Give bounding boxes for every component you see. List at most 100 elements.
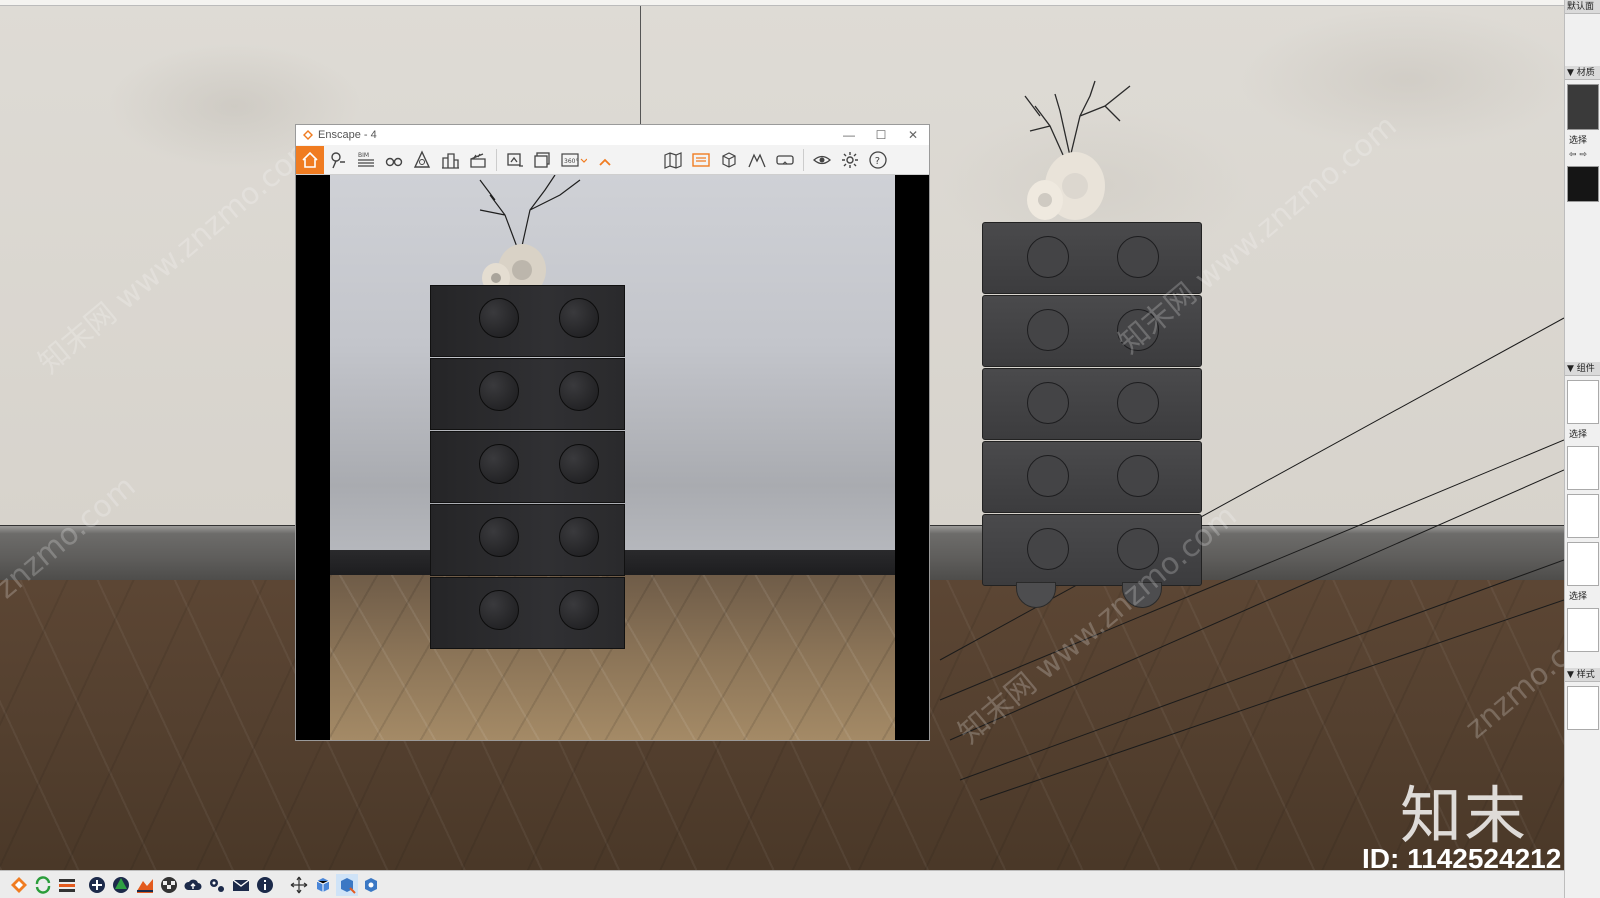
panorama-button[interactable]: 360° [557,146,591,174]
dresser-model[interactable] [982,222,1202,608]
vr-headset-icon [776,154,794,165]
home-icon [302,151,318,168]
material-swatch[interactable] [1567,84,1599,130]
mail-icon [232,878,250,891]
info-button[interactable] [254,874,276,896]
drawer-knob [479,298,519,338]
collapse-toolbar-button[interactable] [591,146,619,174]
drawer-knob [1027,236,1069,278]
map-button[interactable] [659,146,687,174]
mountain-button[interactable] [743,146,771,174]
batch-render-button[interactable] [529,146,557,174]
tray-section-materials[interactable]: ▼ 材质 [1565,66,1600,80]
bottom-toolbar [0,870,1564,898]
style-thumbnail[interactable] [1567,686,1599,730]
buildings-button[interactable] [436,146,464,174]
pin-button[interactable] [324,146,352,174]
asset-library-icon [413,149,431,168]
enscape-window[interactable]: Enscape - 4 — ☐ ✕ BIM 360° ? [296,125,929,740]
screenshot-button[interactable] [501,146,529,174]
enscape-toolbar: BIM 360° ? [296,145,929,175]
drawer-knob [559,444,599,484]
add-icon [89,876,105,893]
gears-button[interactable] [206,874,228,896]
component-thumbnail[interactable] [1567,542,1599,586]
vr-headset-button[interactable] [771,146,799,174]
tray-section-components[interactable]: ▼ 组件 [1565,362,1600,376]
tray-nav-arrows[interactable]: ⇦ ⇨ [1565,148,1600,162]
drawer-knob [1117,528,1159,570]
cube-icon [722,151,736,168]
drawer [430,577,625,649]
pin-icon [331,151,345,168]
add-button[interactable] [86,874,108,896]
gears-icon [210,878,224,892]
tray-select-label: 选择 [1569,136,1588,146]
cube-settings-button[interactable] [360,874,382,896]
drawer-knob [559,298,599,338]
material-swatch-selected[interactable] [1567,166,1599,202]
cube-blue-button[interactable] [312,874,334,896]
asset-library-button[interactable] [408,146,436,174]
drawer-knob [559,517,599,557]
layers-button[interactable] [56,874,78,896]
drawer-knob [1117,236,1159,278]
drawer-knob [1117,455,1159,497]
drawer [982,514,1202,586]
drawer [430,358,625,430]
enscape-start-button[interactable] [8,874,30,896]
layers-icon [59,878,75,892]
eye-icon [813,155,831,164]
default-tray[interactable]: 默认面 ▼ 材质 选择 ⇦ ⇨ ▼ 组件 选择 选择 ▼ 样式 [1564,0,1600,898]
cloud-upload-icon [184,879,202,890]
component-thumbnail[interactable] [1567,494,1599,538]
component-thumbnail[interactable] [1567,608,1599,652]
binoculars-button[interactable] [380,146,408,174]
settings-button[interactable] [836,146,864,174]
cloud-upload-button[interactable] [182,874,204,896]
enscape-titlebar[interactable]: Enscape - 4 — ☐ ✕ [296,125,929,145]
tree-button[interactable] [110,874,132,896]
cube-export-button[interactable] [336,873,358,896]
clapper-button[interactable] [464,146,492,174]
clapper-icon [470,152,486,168]
help-button[interactable]: ? [864,146,892,174]
panorama-360-icon: 360° [561,152,587,167]
checker-icon [161,876,177,893]
bim-button[interactable]: BIM [352,146,380,174]
drawer-knob [1117,382,1159,424]
component-thumbnail[interactable] [1567,380,1599,424]
tree-icon [113,876,129,893]
terrain-button[interactable] [134,874,156,896]
rendered-vase-with-branches [479,175,581,295]
tray-section-styles[interactable]: ▼ 样式 [1565,668,1600,682]
eye-button[interactable] [808,146,836,174]
close-button[interactable]: ✕ [897,128,929,142]
move-button[interactable] [288,874,310,896]
toolbar-separator [496,148,497,171]
drawer-knob [479,590,519,630]
views-button[interactable] [687,146,715,174]
info-icon [257,876,273,893]
maximize-button[interactable]: ☐ [865,128,897,142]
minimize-button[interactable]: — [833,128,865,142]
component-thumbnail[interactable] [1567,446,1599,490]
svg-text:BIM: BIM [358,152,369,159]
home-button[interactable] [296,145,324,174]
gear-icon [842,151,858,168]
drawer [430,285,625,357]
move-icon [290,876,308,893]
enscape-render-view[interactable] [296,175,929,740]
window-title: Enscape - 4 [318,129,377,141]
cube-button[interactable] [715,146,743,174]
sync-button[interactable] [32,874,54,896]
checker-button[interactable] [158,874,180,896]
tray-spacer [1565,14,1600,66]
terrain-icon [137,878,153,893]
toolbar-separator [803,148,804,171]
svg-text:360°: 360° [564,158,578,165]
mail-button[interactable] [230,874,252,896]
tray-top-label: 默认面 [1565,0,1600,14]
tray-spacer [1565,206,1600,362]
drawer-knob [479,444,519,484]
